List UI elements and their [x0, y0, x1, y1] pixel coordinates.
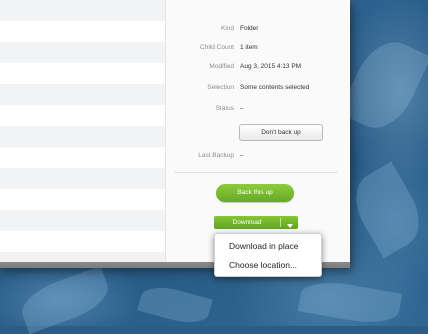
wallpaper-leaf [343, 161, 428, 259]
file-row[interactable] [0, 0, 165, 21]
kind-value: Folder [240, 25, 259, 32]
info-row-status: Status – [166, 103, 350, 115]
last-backup-value: – [240, 152, 244, 159]
status-label: Status [215, 105, 234, 112]
status-value: – [240, 105, 244, 112]
wallpaper-leaf [338, 31, 428, 139]
file-row[interactable] [0, 84, 165, 105]
selection-label: Selection [207, 84, 234, 91]
chevron-down-icon [286, 224, 293, 228]
file-row[interactable] [0, 105, 165, 126]
file-row[interactable] [0, 210, 165, 231]
selection-value: Some contents selected [240, 84, 310, 91]
info-row-kind: Kind Folder [166, 23, 350, 35]
wallpaper-leaf [297, 276, 403, 329]
modified-label: Modified [209, 63, 234, 70]
info-row-last-backup: Last Backup – [166, 150, 350, 162]
download-split-button[interactable]: Download [214, 216, 298, 229]
info-panel: Kind Folder Child Count 1 item Modified … [165, 0, 350, 268]
info-row-selection: Selection Some contents selected [166, 82, 350, 94]
back-this-up-button[interactable]: Back this up [216, 184, 294, 202]
file-row[interactable] [0, 168, 165, 189]
modified-value: Aug 3, 2015 4:13 PM [240, 63, 302, 70]
file-row[interactable] [0, 21, 165, 42]
file-row[interactable] [0, 189, 165, 210]
file-list[interactable] [0, 0, 165, 268]
child-count-value: 1 item [240, 44, 258, 51]
dont-back-up-button[interactable]: Don't back up [239, 124, 323, 141]
file-row[interactable] [0, 147, 165, 168]
kind-label: Kind [220, 25, 234, 32]
info-row-child-count: Child Count 1 item [166, 42, 350, 54]
menu-item-download-in-place[interactable]: Download in place [215, 237, 321, 255]
file-row[interactable] [0, 42, 165, 63]
download-menu-toggle[interactable] [281, 216, 298, 229]
wallpaper-leaf [15, 265, 115, 334]
download-dropdown-menu: Download in place Choose location... [214, 233, 322, 277]
wallpaper-leaf [137, 281, 213, 329]
divider [174, 172, 338, 173]
file-row[interactable] [0, 231, 165, 252]
menu-item-choose-location[interactable]: Choose location... [215, 256, 321, 274]
app-window: Kind Folder Child Count 1 item Modified … [0, 0, 350, 268]
file-row[interactable] [0, 63, 165, 84]
child-count-label: Child Count [200, 44, 234, 51]
file-row[interactable] [0, 126, 165, 147]
download-button[interactable]: Download [214, 216, 280, 229]
last-backup-label: Last Backup [198, 152, 234, 159]
info-row-modified: Modified Aug 3, 2015 4:13 PM [166, 61, 350, 73]
